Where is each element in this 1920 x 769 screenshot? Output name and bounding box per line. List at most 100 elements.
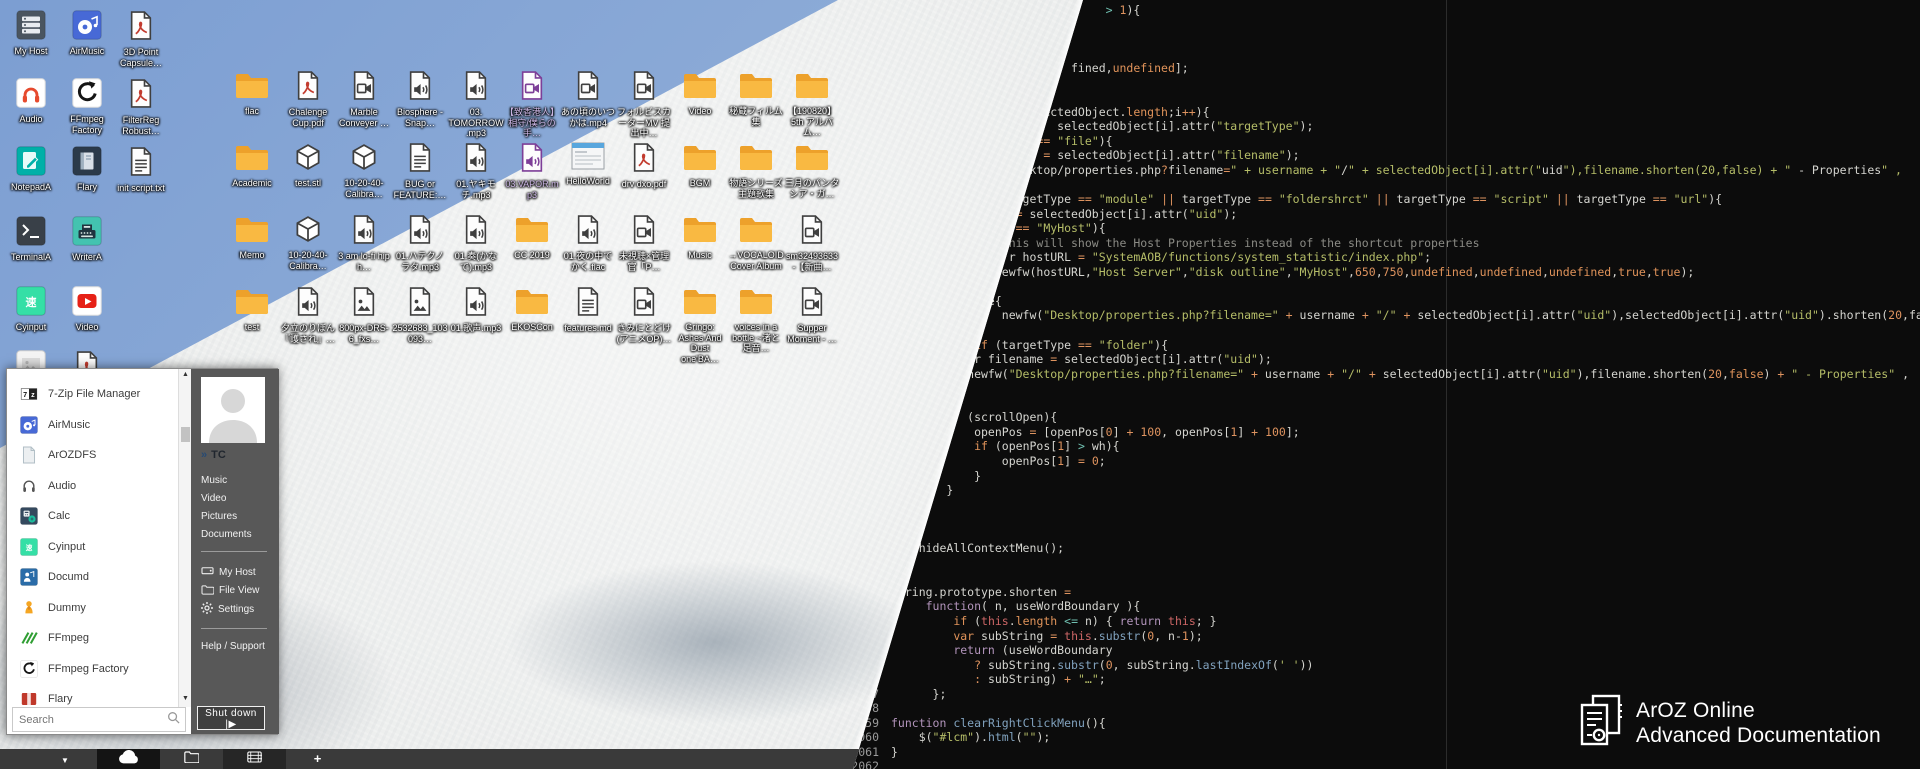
desktop-file-glyph: [406, 88, 434, 105]
desktop-app-notepada-glyph: [16, 163, 46, 180]
desktop-file[interactable]: Memo: [224, 214, 280, 261]
taskbar-tab-plus[interactable]: +: [286, 749, 349, 769]
desktop-app-video[interactable]: Video: [59, 286, 115, 333]
user-tool-settings[interactable]: Settings: [201, 602, 254, 617]
desktop-app-my-host[interactable]: My Host: [3, 10, 59, 57]
avatar[interactable]: [201, 377, 265, 443]
desktop-file[interactable]: voices in a bottle ~渚と足音…: [728, 286, 784, 354]
desktop-file[interactable]: 3 am lo-fi hip h…: [336, 214, 392, 272]
desktop-file[interactable]: flac: [224, 70, 280, 117]
desktop-app-filterreg-robust-[interactable]: FilterReg Robust…: [113, 78, 169, 136]
desktop-app-airmusic[interactable]: AirMusic: [59, 10, 115, 57]
desktop-file[interactable]: test: [224, 286, 280, 333]
help-support-link[interactable]: Help / Support: [201, 641, 265, 652]
desktop-app-notepada[interactable]: NotepadA: [3, 146, 59, 193]
desktop-file[interactable]: 10-20-40-Calibra…: [280, 214, 336, 271]
desktop-icon-label: 03. TOMORROW.mp3: [448, 107, 504, 139]
desktop-file[interactable]: 03. TOMORROW.mp3: [448, 70, 504, 139]
menu-scrollbar[interactable]: ▲ ▼: [178, 369, 191, 707]
scrollbar-thumb[interactable]: [181, 427, 190, 442]
desktop-file[interactable]: あの頃のいつかは.mp4: [560, 70, 616, 128]
desktop-app-cyinput[interactable]: 速Cyinput: [3, 286, 59, 333]
desktop-file[interactable]: test.stl: [280, 142, 336, 189]
desktop-file[interactable]: Music: [672, 214, 728, 261]
desktop-file[interactable]: 未視聴×管理官「P…: [616, 214, 672, 272]
desktop-file[interactable]: 【致香港人】相守/僕らの手…: [504, 70, 560, 139]
desktop-app-audio[interactable]: Audio: [3, 78, 59, 125]
taskbar-tab-cloud-active[interactable]: [97, 749, 160, 769]
desktop-file-glyph: [514, 231, 550, 248]
desktop-app-flary[interactable]: Flary: [59, 146, 115, 193]
desktop-file[interactable]: BUG or FEATURE:…: [392, 142, 448, 200]
desktop-file[interactable]: Biosphere - Snap…: [392, 70, 448, 128]
menu-item-audio[interactable]: Audio: [7, 471, 178, 501]
desktop-file[interactable]: 01.夜の中でかく.flac: [560, 214, 616, 272]
desktop-file[interactable]: 03.VAPOR.mp3: [504, 142, 560, 200]
menu-item-ffmpeg-factory[interactable]: FFmpeg Factory: [7, 654, 178, 684]
desktop-file[interactable]: 物語シリーズ主題歌集: [728, 142, 784, 199]
menu-item-dummy[interactable]: Dummy: [7, 593, 178, 623]
user-link-documents[interactable]: Documents: [201, 529, 252, 540]
desktop-file[interactable]: Academic: [224, 142, 280, 189]
desktop-app-writera[interactable]: WriterA: [59, 216, 115, 263]
desktop-file[interactable]: Gringo: Ashes And Dust one'BA…: [672, 286, 728, 364]
desktop-file[interactable]: Chalenge Cup.pdf: [280, 70, 336, 128]
desktop-file[interactable]: Marble Conveyer …: [336, 70, 392, 128]
desktop-file[interactable]: 01.ハテクノラタ.mp3: [392, 214, 448, 272]
desktop-file[interactable]: sm32493633 -【新曲…: [784, 214, 840, 272]
menu-item-airmusic[interactable]: AirMusic: [7, 410, 178, 440]
desktop-app-terminala[interactable]: TerminalA: [3, 216, 59, 263]
menu-item-documd[interactable]: Documd: [7, 562, 178, 592]
taskbar-tab-film[interactable]: [223, 749, 286, 769]
desktop-file[interactable]: features.md: [560, 286, 616, 334]
user-tool-my-host[interactable]: My Host: [201, 565, 256, 579]
menu-item-flary[interactable]: Flary: [7, 684, 178, 705]
desktop-icon-label: 2532683_103093…: [392, 323, 448, 344]
user-tool-file-view[interactable]: File View: [201, 584, 259, 598]
menu-item-cyinput[interactable]: 速Cyinput: [7, 532, 178, 562]
desktop-app-init-script-txt[interactable]: init script.txt: [113, 146, 169, 194]
desktop-file[interactable]: EKOSCon: [504, 286, 560, 333]
desktop-file[interactable]: 01.奏(かなで).mp3: [448, 214, 504, 272]
desktop-file[interactable]: HelloWorld: [560, 142, 616, 187]
desktop-file[interactable]: 800px-DRS-6_fxs…: [336, 286, 392, 344]
search-icon[interactable]: [167, 711, 180, 729]
menu-item-ffmpeg[interactable]: FFmpeg: [7, 623, 178, 653]
desktop-file[interactable]: 夕立のりぼん『護され』…: [280, 286, 336, 344]
desktop-file[interactable]: 01.ヤキモチ.mp3: [448, 142, 504, 200]
desktop-file[interactable]: drv dxo.pdf: [616, 142, 672, 190]
desktop-icon-label: 01.歌声.mp3: [448, 323, 504, 334]
desktop-app-flary-glyph: [72, 163, 102, 180]
search-input[interactable]: [13, 714, 167, 726]
desktop-file[interactable]: Video: [672, 70, 728, 117]
desktop-file[interactable]: →VOCALOID Cover Album: [728, 214, 784, 271]
desktop-file[interactable]: Supper Moment - …: [784, 286, 840, 344]
desktop-file[interactable]: CC 2019: [504, 214, 560, 261]
menu-item-label: Audio: [48, 480, 76, 492]
user-link-video[interactable]: Video: [201, 493, 226, 504]
shutdown-button[interactable]: Shut down |▶: [197, 706, 265, 730]
menu-item-calc[interactable]: Calc: [7, 501, 178, 531]
divider: [201, 551, 267, 552]
menu-item-7-zip-file-manager[interactable]: 7z7-Zip File Manager: [7, 379, 178, 409]
desktop-file[interactable]: 01.歌声.mp3: [448, 286, 504, 334]
menu-item-arozdfs[interactable]: ArOZDFS: [7, 440, 178, 470]
desktop-file[interactable]: 秘蔵フィルム集: [728, 70, 784, 127]
taskbar-tab-chevron-down[interactable]: ▼: [52, 749, 78, 769]
desktop-file[interactable]: 【190820】5th アルバム…: [784, 70, 840, 138]
desktop-file[interactable]: 2532683_103093…: [392, 286, 448, 344]
desktop-file[interactable]: 10-20-40-Calibra…: [336, 142, 392, 199]
desktop-file-glyph: [462, 232, 490, 249]
desktop-file-glyph: [682, 87, 718, 104]
desktop-icon-label: FilterReg Robust…: [113, 115, 169, 136]
user-link-music[interactable]: Music: [201, 475, 227, 486]
desktop-file[interactable]: BGM: [672, 142, 728, 189]
desktop-file[interactable]: フォルビスカーターMV 提出中…: [616, 70, 672, 139]
taskbar-tab-folder[interactable]: [160, 749, 223, 769]
desktop-file[interactable]: きみにとどけ(アニメOP)…: [616, 286, 672, 344]
desktop-app-ffmpeg-factory[interactable]: FFmpeg Factory: [59, 78, 115, 135]
desktop-file[interactable]: 三月のパンタシア・ガ…: [784, 142, 840, 199]
desktop-file-glyph: [682, 231, 718, 248]
desktop-app-3d-point-capsule-[interactable]: 3D Point Capsule…: [113, 10, 169, 68]
user-link-pictures[interactable]: Pictures: [201, 511, 237, 522]
